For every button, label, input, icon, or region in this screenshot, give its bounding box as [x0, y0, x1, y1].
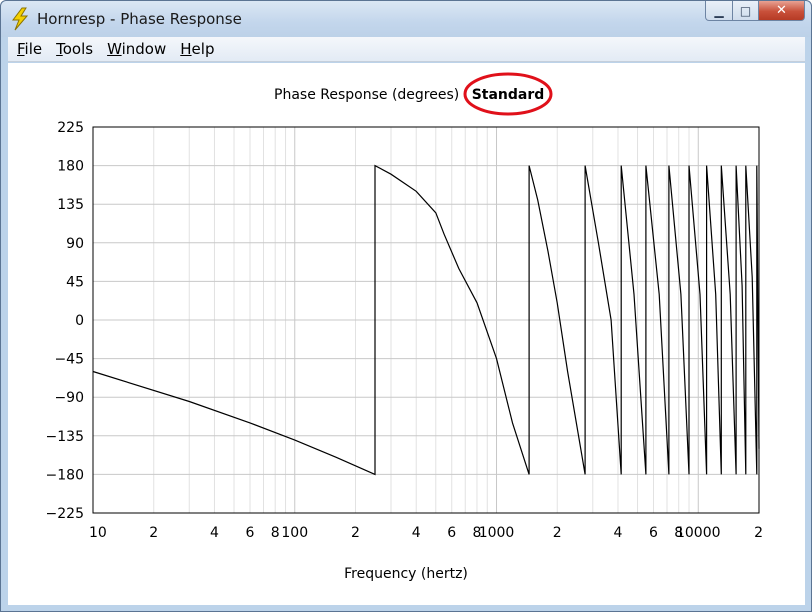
- x-tick-label: 10000: [676, 525, 721, 541]
- y-tick-label: −180: [46, 467, 84, 483]
- x-tick-label: 6: [447, 525, 456, 541]
- menu-file[interactable]: File: [12, 40, 47, 58]
- x-tick-label: 8: [271, 525, 280, 541]
- x-tick-label: 10: [89, 525, 107, 541]
- title-bar[interactable]: Hornresp - Phase Response ▁ □ ✕: [1, 1, 811, 37]
- close-button[interactable]: ✕: [759, 1, 805, 21]
- x-tick-label: 4: [412, 525, 421, 541]
- plot-area: Phase Response (degrees) Standard 225 180…: [8, 63, 805, 605]
- x-tick-label: 6: [246, 525, 255, 541]
- app-window: Hornresp - Phase Response ▁ □ ✕ File Too…: [0, 0, 812, 612]
- x-tick-label: 1000: [479, 525, 515, 541]
- x-tick-label: 4: [614, 525, 623, 541]
- y-tick-label: 180: [57, 159, 84, 175]
- standard-mode-label[interactable]: Standard: [472, 87, 545, 103]
- x-tick-label: 2: [149, 525, 158, 541]
- y-tick-label: 90: [66, 236, 84, 252]
- y-tick-label: −45: [54, 352, 84, 368]
- chart-grid: [92, 126, 760, 514]
- x-axis-ticks: 10 2 4 6 8 100 2 4 6 81000 2 4 6 810000 2: [89, 525, 763, 541]
- minimize-button[interactable]: ▁: [705, 1, 733, 21]
- x-tick-label: 4: [210, 525, 219, 541]
- x-tick-label: 2: [754, 525, 763, 541]
- menu-tools[interactable]: Tools: [51, 40, 98, 58]
- x-tick-label: 2: [553, 525, 562, 541]
- menu-window[interactable]: Window: [102, 40, 171, 58]
- y-tick-label: 0: [75, 313, 84, 329]
- window-controls: ▁ □ ✕: [705, 1, 805, 23]
- x-tick-label: 6: [649, 525, 658, 541]
- y-tick-label: −90: [54, 390, 84, 406]
- menu-help[interactable]: Help: [175, 40, 219, 58]
- y-tick-label: 135: [57, 197, 84, 213]
- x-tick-label: 100: [281, 525, 308, 541]
- lightning-bolt-icon: [12, 7, 29, 31]
- phase-response-chart: Phase Response (degrees) Standard 225 180…: [46, 72, 763, 582]
- y-tick-label: −135: [46, 429, 84, 445]
- maximize-button[interactable]: □: [733, 1, 759, 21]
- x-axis-label: Frequency (hertz): [344, 566, 468, 582]
- y-tick-label: 225: [57, 120, 84, 136]
- y-tick-label: 45: [66, 274, 84, 290]
- chart-title: Phase Response (degrees): [274, 87, 459, 103]
- y-tick-label: −225: [46, 506, 84, 522]
- window-title: Hornresp - Phase Response: [37, 10, 242, 28]
- menu-bar: File Tools Window Help: [8, 37, 805, 62]
- x-tick-label: 2: [351, 525, 360, 541]
- y-axis-ticks: 225 180 135 90 45 0 −45 −90 −135 −180 −225: [46, 120, 84, 522]
